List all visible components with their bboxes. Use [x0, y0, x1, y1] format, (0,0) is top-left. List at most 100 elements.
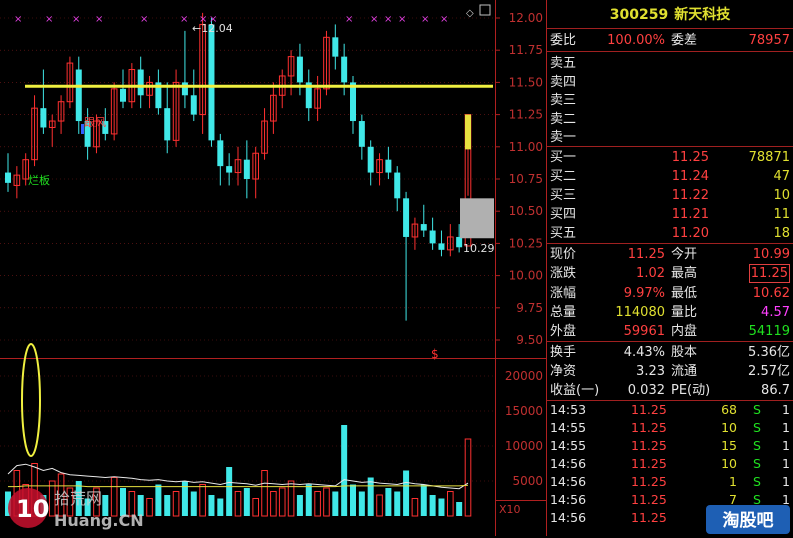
chart-svg[interactable]: 12.00 11.75 11.50 11.25 11.00 10.75 10.50 10.25… — [0, 0, 547, 536]
bid-label: 买四 — [550, 207, 577, 222]
bid-row: 买四 11.21 11 — [547, 205, 793, 224]
price-tick-label: 11.50 — [509, 75, 543, 89]
signal-x-mark: × — [345, 14, 353, 25]
trade-time: 14:55 — [550, 420, 587, 435]
trade-count: 1 — [782, 402, 790, 417]
trade-count: 1 — [782, 420, 790, 435]
quote-label: 总量 — [550, 304, 577, 320]
window-box-icon — [479, 4, 491, 16]
trade-price: 11.25 — [631, 492, 667, 507]
quote-value: 54119 — [748, 324, 790, 340]
ask-label: 卖四 — [550, 74, 577, 90]
volume-bar — [208, 495, 215, 516]
bid-label: 买二 — [550, 169, 577, 184]
price-tick-label: 10.75 — [509, 172, 543, 186]
volume-bar — [261, 470, 268, 517]
quote-row: 现价 11.25 今开 10.99 — [547, 245, 793, 264]
bid-row: 买二 11.24 47 — [547, 167, 793, 186]
candle-body — [226, 166, 233, 173]
trade-price: 11.25 — [631, 420, 667, 435]
range-box — [460, 198, 494, 239]
signal-x-mark: × — [384, 14, 392, 25]
trade-qty: 10 — [721, 456, 737, 471]
order-ratio-row: 委比 100.00% 委差 78957 — [547, 31, 793, 50]
volume-bar — [278, 487, 286, 517]
bid-price: 11.24 — [671, 169, 709, 184]
fundamental-value: 2.57亿 — [748, 364, 790, 379]
quote-value: 10.62 — [752, 285, 790, 301]
volume-bar — [456, 502, 463, 516]
candle-body — [403, 198, 410, 237]
quote-label: 最低 — [671, 285, 698, 301]
trade-qty: 68 — [721, 402, 737, 417]
divider — [547, 51, 793, 52]
quote-value: 11.25 — [748, 264, 790, 284]
bid-price: 11.21 — [671, 207, 709, 222]
trade-time: 14:56 — [550, 492, 587, 507]
candle-body — [40, 108, 47, 128]
signal-x-mark: × — [140, 14, 148, 25]
fundamental-row: 净资 3.23 流通 2.57亿 — [547, 362, 793, 381]
price-tick-label: 10.00 — [509, 269, 543, 283]
candle-body — [181, 82, 188, 96]
price-tick-label: 9.75 — [516, 301, 543, 315]
quote-value: 10.99 — [752, 247, 790, 262]
volume-bar — [190, 491, 197, 516]
fundamental-value: 0.032 — [627, 383, 665, 398]
candle-body — [5, 172, 11, 183]
bid-label: 买一 — [550, 150, 577, 165]
bid-volume: 11 — [773, 207, 790, 222]
bid-row: 买五 11.20 18 — [547, 224, 793, 243]
trade-time: 14:55 — [550, 438, 587, 453]
volume-bar — [234, 491, 242, 517]
candle-body — [164, 108, 171, 141]
ask-row: 卖二 — [547, 110, 793, 129]
quote-row: 涨跌 1.02 最高 11.25 — [547, 264, 793, 284]
bid-row: 买一 11.25 78871 — [547, 148, 793, 167]
candle-body — [208, 24, 215, 141]
quote-label: 现价 — [550, 247, 577, 262]
candle-body — [137, 69, 144, 96]
trade-time: 14:53 — [550, 402, 587, 417]
volume-bar — [438, 498, 445, 516]
candle-body — [350, 82, 356, 122]
quote-value: 9.97% — [623, 285, 665, 301]
volume-bar — [332, 491, 339, 516]
signal-tag: 跟风 — [84, 116, 106, 129]
fundamental-value: 86.7 — [761, 383, 790, 398]
candle-body — [217, 140, 224, 167]
fundamental-label: 收益(一) — [550, 383, 600, 398]
order-ratio-label: 委比 — [550, 33, 577, 48]
fundamental-label: 净资 — [550, 364, 577, 379]
fundamental-label: 股本 — [671, 345, 698, 360]
trade-time: 14:56 — [550, 456, 587, 471]
bid-price: 11.20 — [671, 226, 709, 241]
trade-time: 14:56 — [550, 474, 587, 489]
volume-bar — [420, 484, 427, 516]
quote-label: 量比 — [671, 304, 698, 320]
divider — [547, 243, 793, 244]
bid-label: 买三 — [550, 188, 577, 203]
signal-x-mark: × — [199, 14, 207, 25]
signal-x-mark: × — [370, 14, 378, 25]
candle-body — [420, 224, 427, 231]
ask-row: 卖五 — [547, 54, 793, 73]
zoom-label: X10 — [499, 503, 521, 516]
bid-volume: 18 — [773, 226, 790, 241]
trade-side: S — [753, 402, 761, 417]
volume-bar — [199, 484, 206, 517]
divider — [547, 341, 793, 342]
volume-tick-label: 10000 — [505, 439, 543, 453]
volume-tick-label: 20000 — [505, 369, 543, 383]
low-label: 10.29 — [463, 242, 495, 255]
signal-marker — [81, 124, 84, 134]
volume-bar — [376, 494, 383, 517]
candle-body — [358, 121, 365, 147]
trade-row: 14:56 11.25 10 S 1 — [547, 455, 793, 473]
volume-bar — [226, 467, 233, 516]
quote-label: 涨幅 — [550, 285, 577, 301]
signal-x-mark: × — [421, 14, 429, 25]
price-tick-label: 10.50 — [509, 204, 543, 218]
fundamental-value: 3.23 — [636, 364, 665, 379]
price-tick-label: 11.25 — [509, 108, 543, 122]
